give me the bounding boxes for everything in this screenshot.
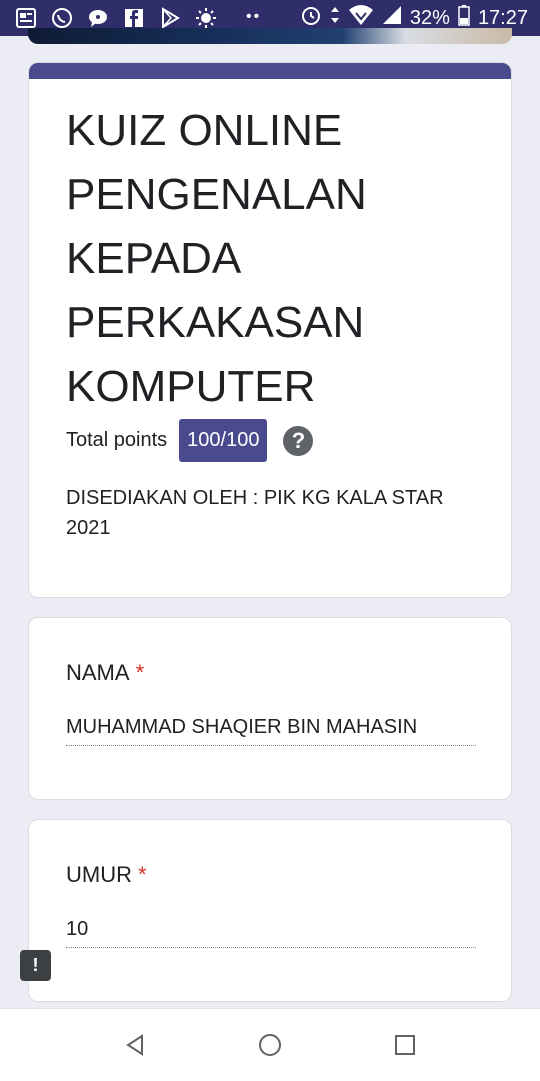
required-asterisk: *: [138, 862, 147, 887]
news-icon: [14, 6, 38, 30]
home-icon[interactable]: [254, 1029, 286, 1061]
system-navigation-bar: [0, 1008, 540, 1081]
question-label: NAMA *: [66, 660, 144, 686]
facebook-icon: [122, 6, 146, 30]
total-points-label: Total points: [66, 429, 168, 451]
answer-field[interactable]: 10: [66, 918, 476, 948]
question-label: UMUR *: [66, 862, 147, 888]
score-badge: 100/100: [179, 419, 268, 462]
help-icon[interactable]: ?: [283, 425, 314, 456]
form-title: KUIZ ONLINE PENGENALAN KEPADA PERKAKASAN…: [66, 106, 367, 411]
play-store-icon: [158, 6, 182, 30]
question-title: NAMA: [66, 660, 130, 685]
question-title: UMUR: [66, 862, 132, 887]
question-card-umur: UMUR * 10: [28, 819, 512, 1002]
clock: 17:27: [477, 6, 528, 29]
brightness-icon: [194, 6, 218, 30]
more-notifications-dots: ••: [246, 8, 262, 25]
required-asterisk: *: [135, 660, 145, 685]
question-card-nama: NAMA * MUHAMMAD SHAQIER BIN MAHASIN: [28, 617, 512, 800]
total-points-row: Total points 100/100 ?: [66, 419, 314, 462]
chat-icon: [86, 6, 110, 30]
form-description: DISEDIAKAN OLEH : PIK KG KALA STAR 2021: [66, 487, 444, 539]
recents-icon[interactable]: [389, 1029, 421, 1061]
header-banner-image: [28, 28, 512, 44]
answer-field[interactable]: MUHAMMAD SHAQIER BIN MAHASIN: [66, 716, 476, 746]
report-feedback-icon[interactable]: !: [20, 950, 51, 981]
whatsapp-icon: [50, 6, 74, 30]
form-title-card: KUIZ ONLINE PENGENALAN KEPADA PERKAKASAN…: [28, 62, 512, 598]
battery-percent: 32%: [409, 6, 450, 29]
back-icon[interactable]: [119, 1029, 151, 1061]
title-accent-bar: [29, 63, 511, 79]
